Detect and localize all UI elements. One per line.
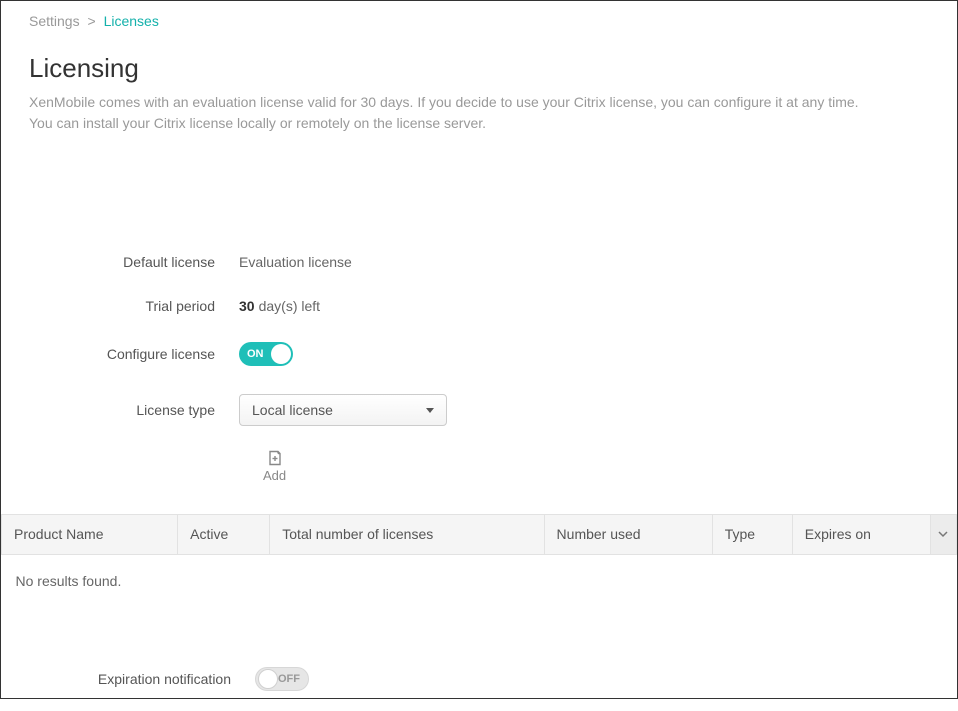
- value-default-license: Evaluation license: [239, 254, 352, 270]
- add-icon: [267, 450, 283, 466]
- row-license-type: License type Local license: [29, 394, 929, 426]
- column-chooser-button[interactable]: [930, 514, 956, 554]
- col-product-name[interactable]: Product Name: [2, 514, 178, 554]
- chevron-down-icon: [426, 408, 434, 413]
- page-title: Licensing: [1, 29, 957, 92]
- row-expiration-notification: Expiration notification OFF: [1, 667, 957, 711]
- value-trial-period: 30 day(s) left: [239, 298, 320, 314]
- license-form: Default license Evaluation license Trial…: [1, 254, 957, 484]
- col-total-licenses[interactable]: Total number of licenses: [270, 514, 544, 554]
- label-expiration-notification: Expiration notification: [29, 671, 255, 687]
- col-type[interactable]: Type: [712, 514, 792, 554]
- label-license-type: License type: [29, 402, 239, 418]
- table-header-row: Product Name Active Total number of lice…: [2, 514, 957, 554]
- label-trial-period: Trial period: [29, 298, 239, 314]
- breadcrumb-root[interactable]: Settings: [29, 13, 80, 29]
- row-default-license: Default license Evaluation license: [29, 254, 929, 270]
- chevron-down-icon: [937, 528, 949, 540]
- row-trial-period: Trial period 30 day(s) left: [29, 298, 929, 314]
- license-table: Product Name Active Total number of lice…: [1, 514, 957, 607]
- table-empty-row: No results found.: [2, 554, 957, 607]
- breadcrumb-separator: >: [83, 13, 99, 29]
- toggle-expiration-notification[interactable]: OFF: [255, 667, 309, 691]
- label-default-license: Default license: [29, 254, 239, 270]
- trial-days-suffix: day(s) left: [259, 298, 320, 314]
- trial-days-number: 30: [239, 298, 255, 314]
- breadcrumb: Settings > Licenses: [1, 1, 957, 29]
- toggle-off-text: OFF: [278, 673, 300, 685]
- toggle-on-text: ON: [247, 348, 264, 360]
- select-license-type[interactable]: Local license: [239, 394, 447, 426]
- select-license-type-value: Local license: [252, 402, 333, 418]
- page-description: XenMobile comes with an evaluation licen…: [1, 92, 901, 134]
- table-empty-message: No results found.: [2, 554, 957, 607]
- breadcrumb-current[interactable]: Licenses: [104, 13, 159, 29]
- col-expires-on[interactable]: Expires on: [792, 514, 930, 554]
- add-button[interactable]: Add: [263, 450, 286, 484]
- toggle-knob: [271, 344, 291, 364]
- toggle-configure-license[interactable]: ON: [239, 342, 293, 366]
- col-active[interactable]: Active: [178, 514, 270, 554]
- toggle-knob: [258, 669, 278, 689]
- label-configure-license: Configure license: [29, 346, 239, 362]
- col-number-used[interactable]: Number used: [544, 514, 712, 554]
- add-button-label: Add: [263, 468, 286, 484]
- row-configure-license: Configure license ON: [29, 342, 929, 366]
